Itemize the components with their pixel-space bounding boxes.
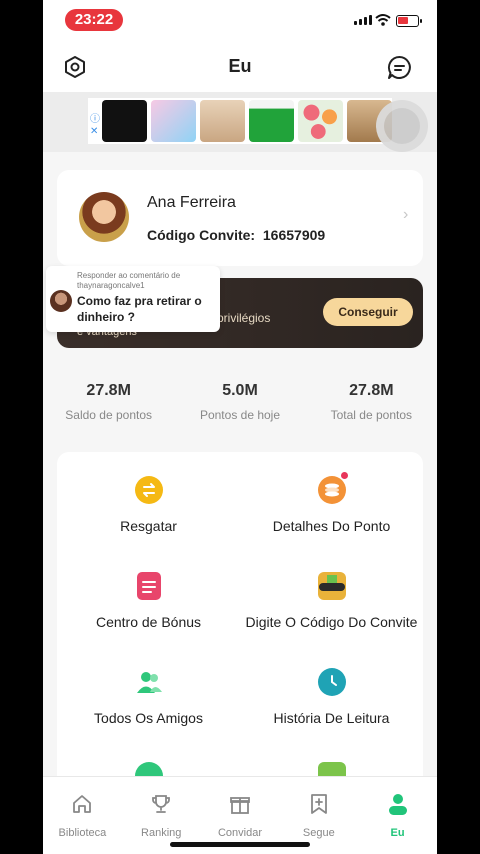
user-name: Ana Ferreira [147,194,236,211]
grid-item-label: Todos Os Amigos [94,710,203,726]
battery-icon [396,15,422,27]
coins-icon [317,476,346,504]
profile-card[interactable]: Ana Ferreira Código Convite: 16657909 › [57,170,423,266]
home-indicator [170,842,310,847]
stat-label: Pontos de hoje [199,408,281,422]
ad-product-image [151,100,196,142]
ad-product-image [249,100,294,142]
stat-today[interactable]: 5.0M Pontos de hoje [174,360,305,430]
ad-info-icon[interactable]: ⓘ ✕ [90,114,100,138]
grid-item-label: Digite O Código Do Convite [245,614,418,630]
user-icon [388,794,407,815]
vip-get-button[interactable]: Conseguir [323,298,413,326]
nav-label: Ranking [141,827,182,839]
friends-icon [135,668,163,696]
grid-item-reading-history[interactable]: História De Leitura [240,668,423,727]
messages-icon[interactable] [387,55,412,80]
grid-item-label: Detalhes Do Ponto [272,518,391,534]
grid-item-points-details[interactable]: Detalhes Do Ponto [240,476,423,535]
nav-label: Biblioteca [58,827,107,839]
nav-library[interactable]: Biblioteca [43,777,122,854]
nav-me[interactable]: Eu [358,777,437,854]
vip-text: privilégios [217,311,271,325]
gift-30000-icon [317,572,346,600]
invite-code-value: 16657909 [262,227,326,243]
floating-button[interactable] [376,100,428,152]
points-stats: 27.8M Saldo de pontos 5.0M Pontos de hoj… [43,360,437,430]
stat-label: Total de pontos [330,408,413,422]
stat-value: 27.8M [349,382,394,399]
invite-code-label: Código Convite: [147,227,256,243]
nav-label: Eu [390,827,405,839]
bookmark-plus-icon [310,794,327,814]
stat-total[interactable]: 27.8M Total de pontos [306,360,437,430]
notification-dot [341,472,348,479]
invite-code: Código Convite: 16657909 [147,227,325,243]
status-bar: 23:22 [43,0,437,42]
grid-item-label: Centro de Bónus [95,614,202,630]
stat-value: 5.0M [222,382,258,399]
top-header: Eu [43,42,437,92]
grid-item-bonus-center[interactable]: Centro de Bónus [57,572,240,631]
stat-label: Saldo de pontos [65,408,153,422]
comment-popup[interactable]: Responder ao comentário de thaynaragonca… [46,266,220,332]
grid-item-label: História De Leitura [273,710,390,726]
phone-screen: 23:22 Eu ⓘ ✕ Ana Ferreira Código Convite… [43,0,437,854]
ad-banner[interactable]: ⓘ ✕ [43,92,437,152]
page-title: Eu [228,56,252,76]
status-time: 23:22 [65,9,123,31]
grid-item-enter-invite-code[interactable]: Digite O Código Do Convite [240,572,423,631]
nav-label: Segue [302,827,335,839]
features-grid: Resgatar Detalhes Do Ponto Centro de Bón… [57,452,423,792]
exchange-icon [134,476,163,504]
ad-images[interactable] [88,98,392,144]
trophy-icon [152,795,171,813]
avatar[interactable] [79,192,129,242]
checklist-icon [136,572,161,600]
popup-message: Como faz pra retirar o dinheiro ? [77,294,202,324]
ad-product-image [200,100,245,142]
signal-icon [354,15,372,25]
ad-shein-logo [102,100,147,142]
chevron-right-icon: › [403,206,409,223]
grid-item-label: Resgatar [120,518,177,534]
wifi-icon [375,14,391,26]
nav-label: Convidar [217,827,262,839]
clock-icon [317,668,346,696]
home-icon [73,795,92,813]
gift-icon [230,797,250,814]
commenter-avatar [50,290,72,312]
stat-value: 27.8M [86,382,131,399]
grid-item-all-friends[interactable]: Todos Os Amigos [57,668,240,727]
popup-meta: Responder ao comentário de thaynaragonca… [77,271,181,290]
grid-item-redeem[interactable]: Resgatar [57,476,240,535]
ad-product-image [298,100,343,142]
stat-balance[interactable]: 27.8M Saldo de pontos [43,360,174,430]
